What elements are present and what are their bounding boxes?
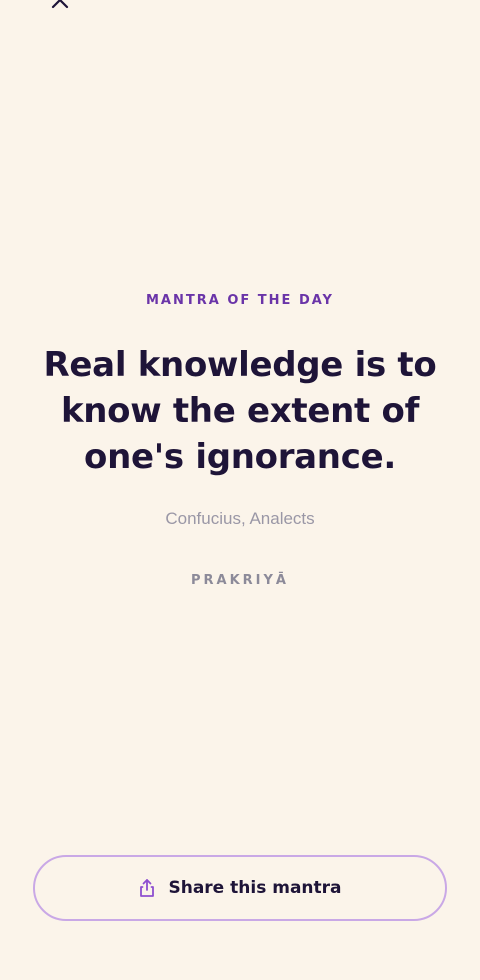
share-button[interactable]: Share this mantra <box>33 855 447 921</box>
share-icon <box>138 878 156 898</box>
mantra-card: MANTRA OF THE DAY Real knowledge is to k… <box>0 292 480 590</box>
mantra-attribution: Confucius, Analects <box>165 509 315 528</box>
close-button[interactable] <box>44 0 76 12</box>
mantra-quote: Real knowledge is to know the extent of … <box>43 345 437 477</box>
close-icon <box>50 0 70 10</box>
mantra-eyebrow: MANTRA OF THE DAY <box>146 293 334 308</box>
brand-name: PRAKRIYĀ <box>191 573 289 588</box>
share-button-label: Share this mantra <box>168 878 342 898</box>
